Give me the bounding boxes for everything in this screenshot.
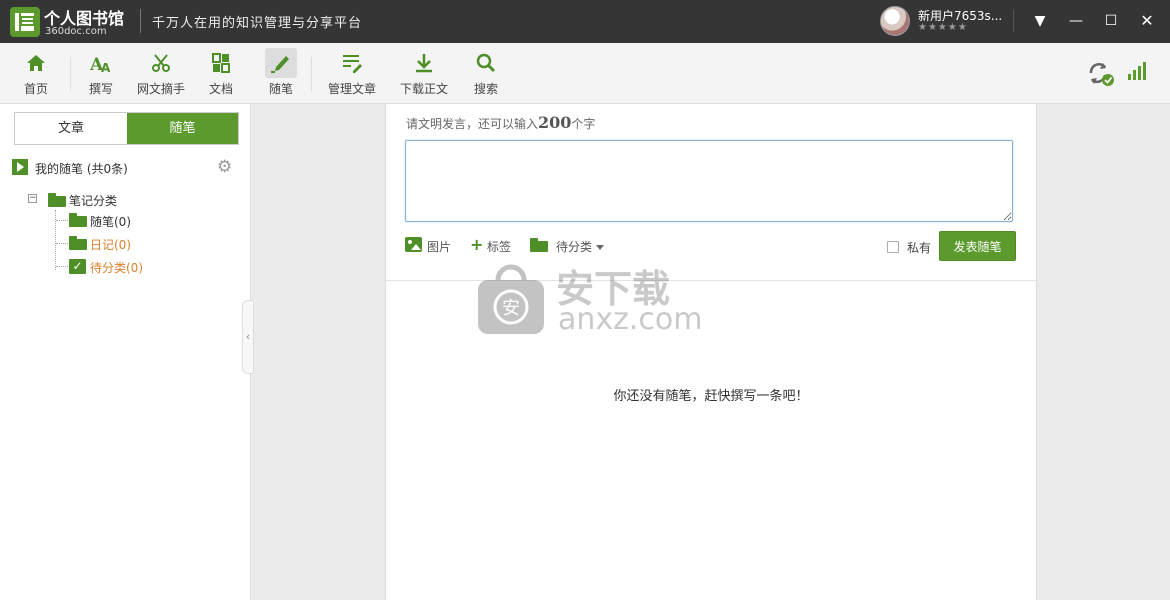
- app-slogan: 千万人在用的知识管理与分享平台: [152, 16, 363, 31]
- note-input[interactable]: [405, 140, 1013, 222]
- tree-connector: [56, 243, 68, 244]
- private-label: 私有: [907, 241, 932, 255]
- title-bar: 个人图书馆 360doc.com 千万人在用的知识管理与分享平台 新用户7653…: [0, 0, 1170, 43]
- toolbar-home-label: 首页: [23, 82, 48, 96]
- category-select[interactable]: 待分类: [530, 236, 610, 256]
- folder-icon: [69, 213, 87, 227]
- search-icon: [476, 53, 496, 73]
- attach-picture-label: 图片: [427, 240, 452, 254]
- sidebar-collapse-handle[interactable]: ‹: [242, 300, 254, 374]
- gear-icon[interactable]: ⚙: [217, 157, 232, 177]
- toolbar-notes-button[interactable]: 随笔: [259, 43, 303, 104]
- toolbar-document-button[interactable]: 文档: [199, 43, 243, 104]
- toolbar-notes-label: 随笔: [268, 82, 293, 96]
- toolbar-download-label: 下载正文: [399, 82, 448, 96]
- scissors-icon: [152, 54, 170, 72]
- attach-picture-button[interactable]: 图片: [405, 236, 455, 256]
- hint-count: 200: [538, 113, 572, 132]
- private-checkbox[interactable]: [887, 241, 899, 253]
- toolbar-clip-button[interactable]: 网文摘手: [133, 43, 189, 104]
- tree-root-label[interactable]: 笔记分类: [69, 192, 117, 209]
- pencil-icon: [271, 56, 289, 73]
- notes-panel: 请文明发言，还可以输入200个字 图片 + 标签 待分类 私有 发表随笔 你还没…: [385, 104, 1037, 600]
- maximize-button[interactable]: ☐: [1101, 11, 1121, 31]
- category-select-value: 待分类: [556, 240, 593, 254]
- app-logo-icon: [10, 7, 40, 37]
- write-icon: AA: [90, 55, 111, 74]
- sidebar: 文章 随笔 我的随笔 (共0条) ⚙ − 笔记分类 随笔(0) 日记(0) ✓ …: [0, 104, 251, 600]
- folder-icon: [69, 236, 87, 250]
- tree-connector: [55, 210, 56, 270]
- my-notes-header[interactable]: 我的随笔 (共0条) ⚙: [12, 157, 240, 177]
- tree-item-diary[interactable]: 日记(0): [90, 236, 131, 253]
- tab-notes[interactable]: 随笔: [127, 113, 238, 144]
- app-domain: 360doc.com: [45, 26, 107, 37]
- title-divider: [140, 9, 141, 33]
- chevron-down-icon: [596, 245, 605, 250]
- toolbar-manage-button[interactable]: 管理文章: [324, 43, 380, 104]
- play-icon: [12, 159, 28, 175]
- folder-icon: [48, 193, 66, 207]
- watermark: 安 安下载 anxz.com: [476, 258, 703, 340]
- toolbar-download-button[interactable]: 下载正文: [396, 43, 452, 104]
- download-icon: [416, 54, 432, 73]
- watermark-en: anxz.com: [558, 302, 703, 337]
- toolbar-divider: [311, 57, 312, 91]
- plus-icon: +: [470, 235, 484, 254]
- user-rating-stars: ★★★★★: [918, 22, 968, 33]
- hint-prefix: 请文明发言，还可以输入: [406, 117, 539, 131]
- main-toolbar: 首页 AA 撰写 网文摘手 文档 随笔 管理文章 下载正文 搜索: [0, 43, 1170, 104]
- toolbar-home-button[interactable]: 首页: [14, 43, 58, 104]
- my-notes-label: 我的随笔 (共0条): [35, 162, 128, 176]
- sync-icon[interactable]: [1087, 61, 1115, 87]
- picture-icon: [405, 237, 422, 252]
- document-icon: [212, 53, 230, 73]
- svg-text:A: A: [101, 61, 111, 74]
- toolbar-search-button[interactable]: 搜索: [464, 43, 508, 104]
- add-tag-button[interactable]: + 标签: [470, 236, 516, 256]
- hint-suffix: 个字: [571, 117, 596, 131]
- user-avatar[interactable]: [880, 6, 910, 36]
- folder-icon: [530, 238, 548, 252]
- svg-text:安: 安: [502, 298, 520, 319]
- tree-connector: [56, 266, 68, 267]
- tree-collapse-icon[interactable]: −: [28, 194, 37, 203]
- tree-item-uncategorized[interactable]: 待分类(0): [90, 259, 143, 276]
- toolbar-manage-label: 管理文章: [327, 82, 376, 96]
- home-icon: [27, 55, 45, 71]
- checked-folder-icon: ✓: [69, 259, 86, 274]
- shopping-bag-icon: 安: [478, 264, 544, 334]
- tree-connector: [56, 220, 68, 221]
- tree-item-notes[interactable]: 随笔(0): [90, 213, 131, 230]
- sidebar-tab-switch: 文章 随笔: [14, 112, 239, 145]
- toolbar-divider: [70, 57, 71, 91]
- minimize-button[interactable]: —: [1066, 11, 1086, 31]
- toolbar-search-label: 搜索: [473, 82, 498, 96]
- signal-icon: [1128, 62, 1146, 80]
- toolbar-document-label: 文档: [208, 82, 233, 96]
- tab-articles[interactable]: 文章: [15, 113, 127, 144]
- toolbar-write-button[interactable]: AA 撰写: [79, 43, 123, 104]
- toolbar-write-label: 撰写: [88, 82, 113, 96]
- publish-note-button[interactable]: 发表随笔: [939, 231, 1016, 261]
- close-button[interactable]: ✕: [1137, 11, 1157, 31]
- manage-icon: [343, 55, 362, 73]
- toolbar-clip-label: 网文摘手: [136, 82, 185, 96]
- menu-dropdown-button[interactable]: ▼: [1030, 11, 1050, 31]
- empty-state-message: 你还没有随笔，赶快撰写一条吧！: [613, 389, 809, 404]
- window-controls-divider: [1013, 10, 1014, 32]
- char-limit-hint: 请文明发言，还可以输入200个字: [406, 113, 595, 132]
- add-tag-label: 标签: [487, 240, 512, 254]
